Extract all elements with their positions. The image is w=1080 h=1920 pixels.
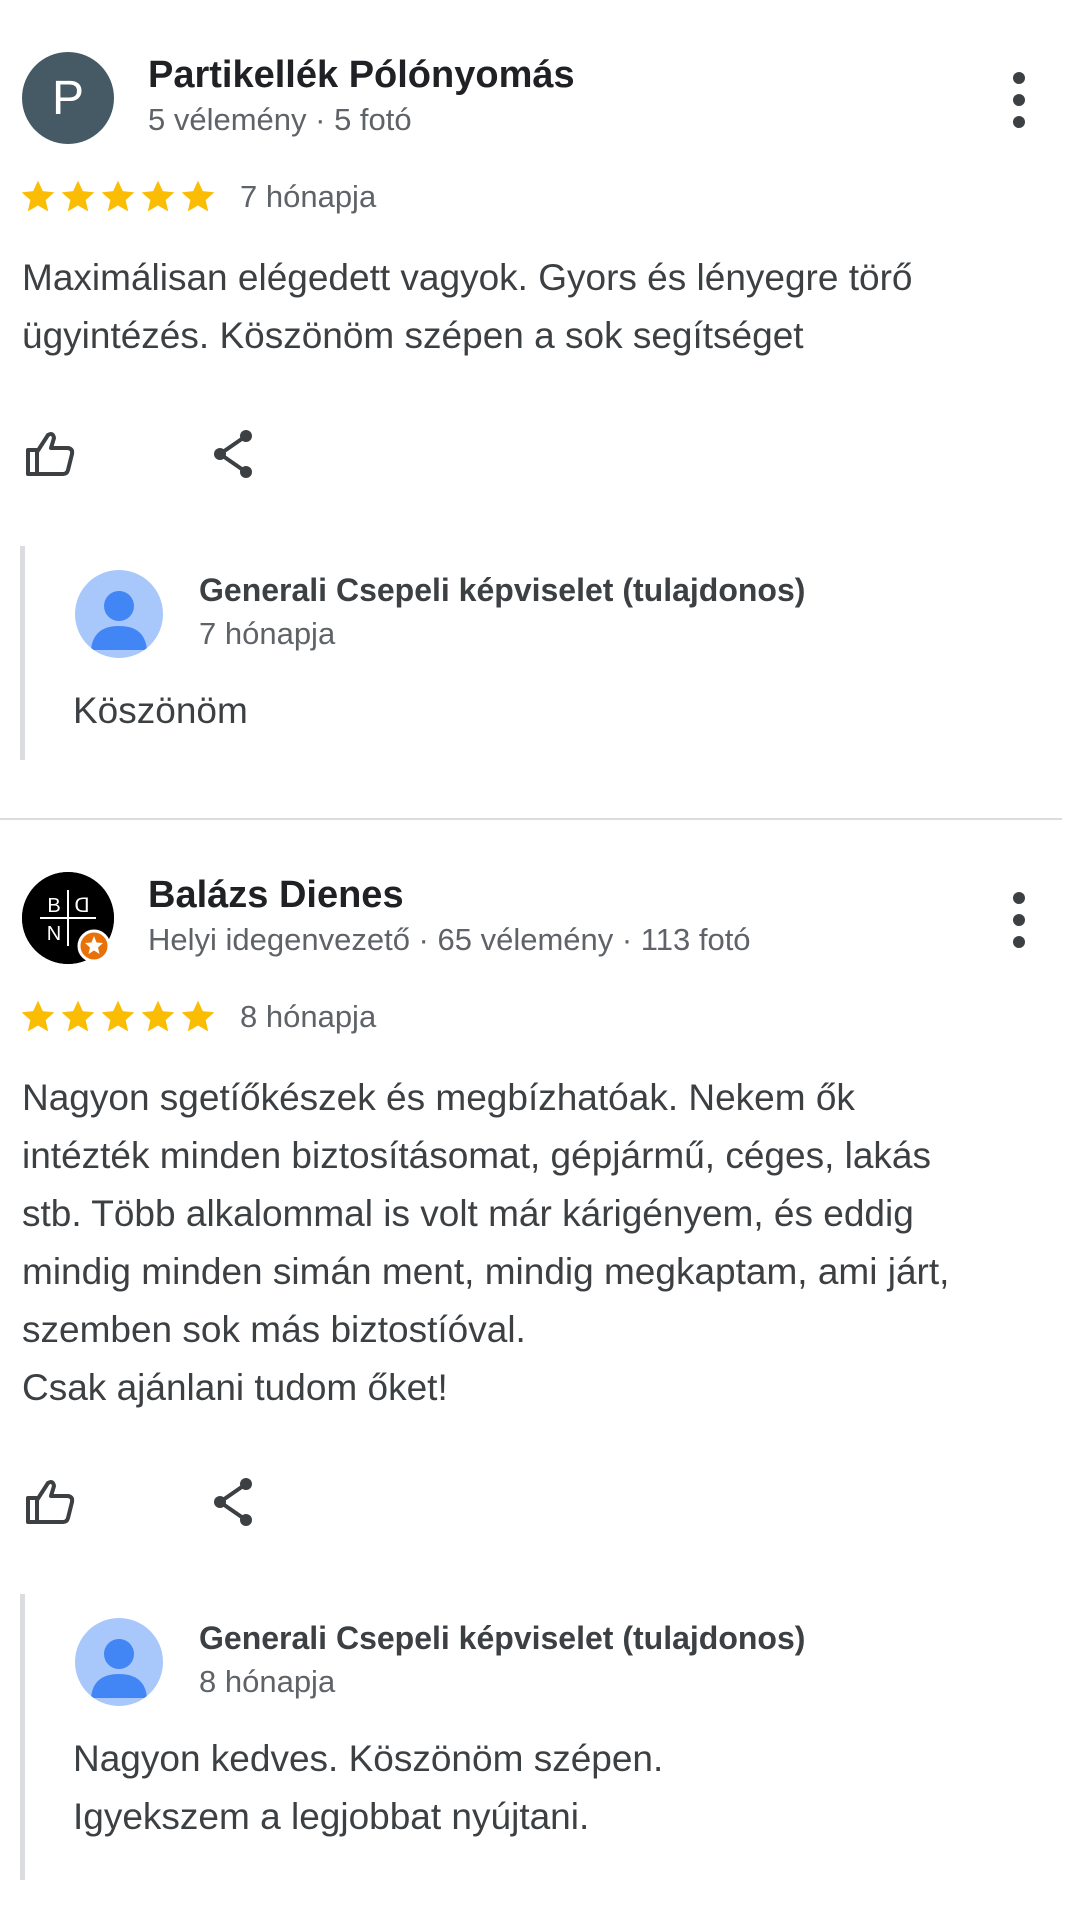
reply-time: 7 hónapja: [199, 616, 336, 651]
more-options-icon[interactable]: [1006, 70, 1032, 130]
reviewer-meta: Helyi idegenvezető · 65 vélemény · 113 f…: [148, 922, 751, 957]
reply-text: Nagyon kedves. Köszönöm szépen. Igyeksze…: [73, 1730, 1013, 1846]
owner-reply: Generali Csepeli képviselet (tulajdonos)…: [20, 546, 1020, 760]
star-icon: [61, 1000, 95, 1032]
svg-text:ᗡ: ᗡ: [74, 895, 89, 917]
owner-reply: Generali Csepeli képviselet (tulajdonos)…: [20, 1594, 1020, 1880]
star-rating: [18, 177, 218, 217]
star-icon: [101, 1000, 135, 1032]
review-text: Nagyon sgetíőkészek és megbízhatóak. Nek…: [22, 1069, 1042, 1417]
star-icon: [61, 180, 95, 212]
review-text-line: Maximálisan elégedett vagyok. Gyors és l…: [22, 257, 913, 298]
owner-name: Generali Csepeli képviselet (tulajdonos): [199, 1620, 806, 1656]
owner-avatar: [75, 1618, 163, 1706]
star-icon: [181, 1000, 215, 1032]
star-rating: [18, 997, 218, 1037]
svg-text:N: N: [47, 923, 61, 945]
reply-text-line: Köszönöm: [73, 690, 248, 731]
rating-row: 8 hónapja: [18, 994, 376, 1040]
review-text-line: intézték minden biztosításomat, gépjármű…: [22, 1135, 932, 1176]
reply-time: 8 hónapja: [199, 1664, 336, 1699]
review-text: Maximálisan elégedett vagyok. Gyors és l…: [22, 249, 1042, 365]
thumb-up-icon[interactable]: [22, 426, 78, 482]
reviewer-avatar[interactable]: P: [22, 52, 114, 144]
review-time: 8 hónapja: [240, 999, 377, 1034]
review-card: P Partikellék Pólónyomás 5 vélemény · 5 …: [0, 0, 1080, 818]
star-icon: [141, 180, 175, 212]
reviewer-avatar[interactable]: B ᗡ N: [22, 872, 114, 964]
review-text-line: ügyintézés. Köszönöm szépen a sok segíts…: [22, 315, 804, 356]
reviewer-name[interactable]: Partikellék Pólónyomás: [148, 54, 575, 97]
review-actions: [22, 1474, 262, 1530]
reply-text: Köszönöm: [73, 682, 1013, 740]
share-icon[interactable]: [206, 426, 262, 482]
reply-text-line: Nagyon kedves. Köszönöm szépen.: [73, 1738, 664, 1779]
star-icon: [21, 1000, 55, 1032]
star-icon: [141, 1000, 175, 1032]
reviewer-meta: 5 vélemény · 5 fotó: [148, 102, 412, 137]
owner-avatar: [75, 570, 163, 658]
reviewer-name[interactable]: Balázs Dienes: [148, 874, 404, 917]
review-card: B ᗡ N Balázs Dienes Helyi idegenvezető ·…: [0, 820, 1080, 1920]
review-actions: [22, 426, 262, 482]
avatar-letter: P: [51, 71, 84, 125]
reply-text-line: Igyekszem a legjobbat nyújtani.: [73, 1796, 590, 1837]
star-icon: [101, 180, 135, 212]
bdna-logo: B ᗡ N: [22, 872, 114, 964]
star-icon: [181, 180, 215, 212]
star-icon: [21, 180, 55, 212]
review-time: 7 hónapja: [240, 179, 377, 214]
more-options-icon[interactable]: [1006, 890, 1032, 950]
review-text-line: mindig minden simán ment, mindig megkapt…: [22, 1251, 950, 1292]
rating-row: 7 hónapja: [18, 174, 376, 220]
person-icon: [91, 1639, 147, 1698]
owner-name: Generali Csepeli képviselet (tulajdonos): [199, 572, 806, 608]
thumb-up-icon[interactable]: [22, 1474, 78, 1530]
svg-text:B: B: [47, 895, 60, 917]
review-text-line: stb. Több alkalommal is volt már kárigén…: [22, 1193, 914, 1234]
share-icon[interactable]: [206, 1474, 262, 1530]
review-text-line: Nagyon sgetíőkészek és megbízhatóak. Nek…: [22, 1077, 855, 1118]
review-text-line: szemben sok más biztostíóval.: [22, 1309, 526, 1350]
review-text-line: Csak ajánlani tudom őket!: [22, 1367, 448, 1408]
person-icon: [91, 591, 147, 650]
